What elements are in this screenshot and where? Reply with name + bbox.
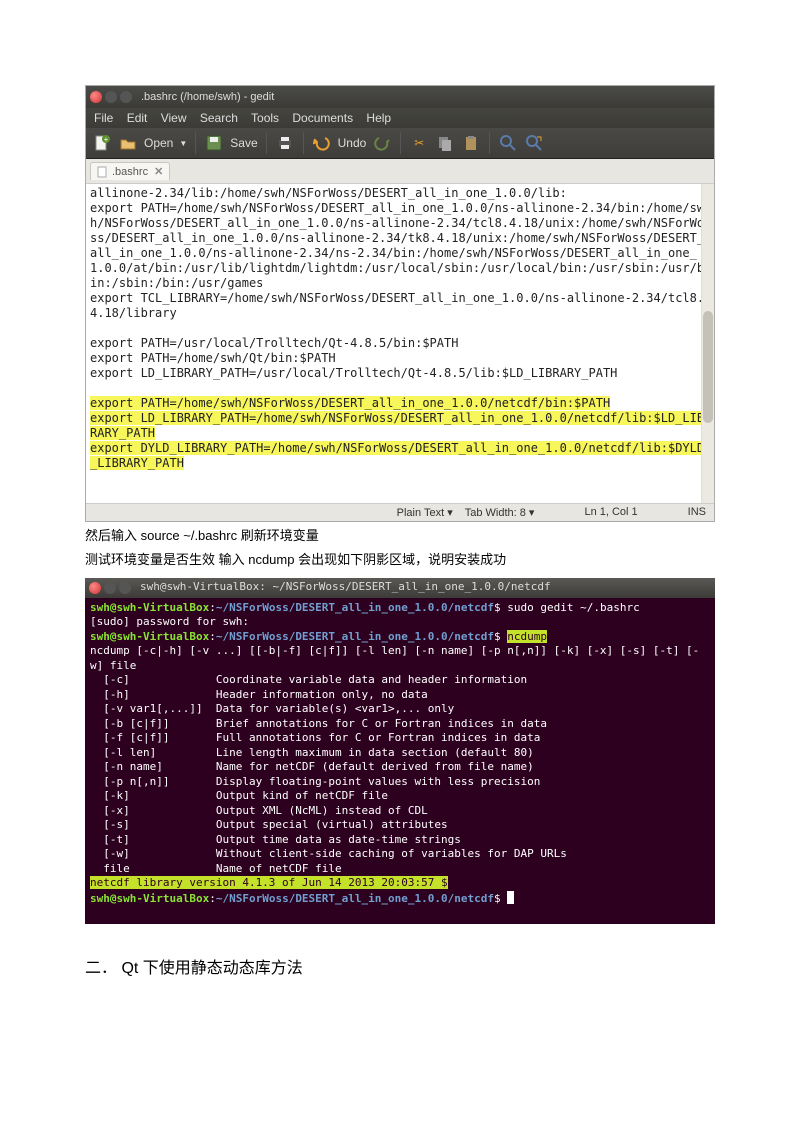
editor-text-highlighted: export PATH=/home/swh/NSForWoss/DESERT_a…	[90, 396, 704, 470]
terminal-titlebar[interactable]: swh@swh-VirtualBox: ~/NSForWoss/DESERT_a…	[85, 578, 715, 598]
cursor	[507, 891, 514, 904]
minimize-icon[interactable]	[105, 91, 117, 103]
menu-edit[interactable]: Edit	[127, 111, 148, 125]
menu-file[interactable]: File	[94, 111, 113, 125]
replace-icon[interactable]	[524, 133, 544, 153]
chevron-down-icon[interactable]: ▼	[179, 139, 187, 148]
maximize-icon[interactable]	[120, 91, 132, 103]
terminal-output[interactable]: swh@swh-VirtualBox:~/NSForWoss/DESERT_al…	[85, 598, 715, 924]
svg-text:+: +	[104, 135, 109, 144]
undo-icon[interactable]	[312, 133, 332, 153]
open-button[interactable]: Open	[144, 136, 173, 150]
print-icon[interactable]	[275, 133, 295, 153]
status-mode[interactable]: Plain Text ▾	[397, 506, 453, 519]
terminal-title: swh@swh-VirtualBox: ~/NSForWoss/DESERT_a…	[140, 580, 551, 595]
toolbar: + Open ▼ Save Undo ✂	[86, 128, 714, 159]
tab-label: .bashrc	[112, 166, 148, 178]
tabbar: .bashrc ✕	[86, 159, 714, 184]
close-icon[interactable]	[90, 91, 102, 103]
paragraph-1: 然后输入 source ~/.bashrc 刷新环境变量	[85, 526, 715, 546]
close-icon[interactable]	[89, 582, 101, 594]
menu-tools[interactable]: Tools	[251, 111, 279, 125]
terminal-window: swh@swh-VirtualBox: ~/NSForWoss/DESERT_a…	[85, 578, 715, 924]
editor-content[interactable]: allinone-2.34/lib:/home/swh/NSForWoss/DE…	[86, 184, 714, 503]
paste-icon[interactable]	[461, 133, 481, 153]
copy-icon[interactable]	[435, 133, 455, 153]
status-tabwidth[interactable]: Tab Width: 8 ▾	[465, 506, 535, 519]
tab-bashrc[interactable]: .bashrc ✕	[90, 162, 170, 180]
heading-2: 二． Qt 下使用静态动态库方法	[85, 954, 715, 978]
menu-search[interactable]: Search	[200, 111, 238, 125]
paragraph-2: 测试环境变量是否生效 输入 ncdump 会出现如下阴影区域，说明安装成功	[85, 550, 715, 570]
menu-documents[interactable]: Documents	[292, 111, 353, 125]
save-icon[interactable]	[204, 133, 224, 153]
open-icon[interactable]	[118, 133, 138, 153]
status-position: Ln 1, Col 1	[584, 506, 637, 519]
menubar: File Edit View Search Tools Documents He…	[86, 108, 714, 128]
close-tab-icon[interactable]: ✕	[154, 165, 163, 178]
gedit-window: .bashrc (/home/swh) - gedit File Edit Vi…	[85, 85, 715, 522]
undo-button[interactable]: Undo	[338, 136, 367, 150]
cut-icon[interactable]: ✂	[409, 133, 429, 153]
editor-text-a: allinone-2.34/lib:/home/swh/NSForWoss/DE…	[90, 186, 704, 380]
window-title: .bashrc (/home/swh) - gedit	[141, 91, 274, 103]
scrollbar[interactable]	[701, 184, 714, 503]
statusbar: Plain Text ▾ Tab Width: 8 ▾ Ln 1, Col 1 …	[86, 503, 714, 521]
menu-help[interactable]: Help	[366, 111, 391, 125]
save-button[interactable]: Save	[230, 136, 257, 150]
minimize-icon[interactable]	[104, 582, 116, 594]
new-file-icon[interactable]: +	[92, 133, 112, 153]
maximize-icon[interactable]	[119, 582, 131, 594]
status-ins: INS	[688, 506, 706, 519]
menu-view[interactable]: View	[161, 111, 187, 125]
redo-icon[interactable]	[372, 133, 392, 153]
titlebar[interactable]: .bashrc (/home/swh) - gedit	[86, 86, 714, 108]
search-icon[interactable]	[498, 133, 518, 153]
